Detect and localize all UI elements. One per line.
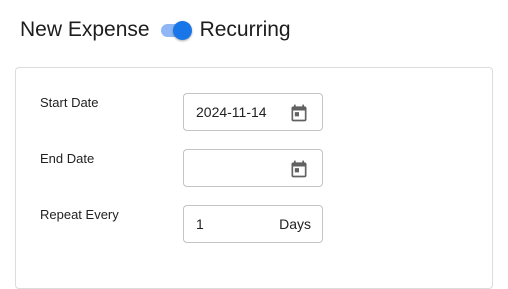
- page-header: New Expense Recurring: [20, 16, 291, 44]
- start-date-label: Start Date: [40, 95, 99, 110]
- toggle-thumb: [172, 21, 192, 40]
- expense-form-card: Start Date 2024-11-14 End Date Repeat Ev…: [15, 67, 493, 289]
- end-date-field[interactable]: [183, 149, 323, 187]
- end-date-label: End Date: [40, 151, 95, 166]
- page-title: New Expense: [20, 18, 150, 41]
- repeat-every-value: 1: [196, 216, 204, 232]
- start-date-field[interactable]: 2024-11-14: [183, 93, 323, 131]
- calendar-icon[interactable]: [289, 159, 309, 179]
- repeat-unit-label: Days: [279, 216, 311, 232]
- start-date-value: 2024-11-14: [196, 104, 267, 120]
- repeat-every-field[interactable]: 1 Days: [183, 205, 323, 243]
- calendar-icon[interactable]: [289, 103, 309, 123]
- recurring-label: Recurring: [199, 18, 291, 41]
- repeat-every-label: Repeat Every: [40, 207, 119, 222]
- recurring-toggle[interactable]: [159, 17, 193, 43]
